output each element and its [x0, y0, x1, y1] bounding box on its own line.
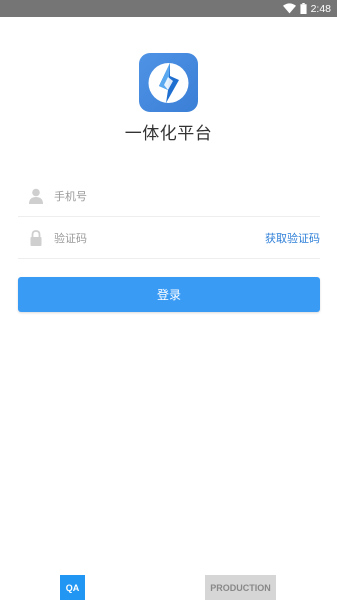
- wifi-icon: [282, 3, 296, 14]
- app-logo-icon: [139, 53, 198, 112]
- env-production-button[interactable]: PRODUCTION: [205, 575, 276, 600]
- app-title: 一体化平台: [124, 124, 213, 144]
- battery-icon: [300, 3, 307, 14]
- login-screen: 2:48 一体化平台 获取验证码 登录 QA: [0, 0, 337, 600]
- status-bar: 2:48: [0, 0, 337, 17]
- code-row: 获取验证码: [18, 217, 320, 259]
- user-icon: [29, 188, 43, 204]
- lock-icon: [30, 230, 42, 246]
- code-input[interactable]: [54, 227, 254, 249]
- get-code-link[interactable]: 获取验证码: [265, 230, 320, 246]
- env-qa-button[interactable]: QA: [60, 575, 85, 600]
- phone-input[interactable]: [54, 185, 254, 207]
- login-button[interactable]: 登录: [18, 277, 320, 312]
- phone-row: [18, 175, 320, 217]
- status-time: 2:48: [310, 2, 331, 15]
